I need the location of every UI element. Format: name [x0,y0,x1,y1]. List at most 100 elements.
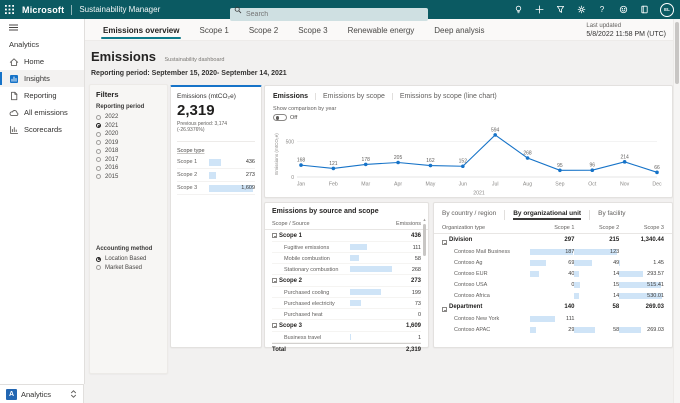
scope-row[interactable]: Scope 1 436 [177,156,255,169]
radio-option-2022[interactable]: 2022 [96,113,161,122]
org-col-header[interactable]: Organization type [442,225,530,231]
radio-option-2017[interactable]: 2017 [96,156,161,165]
radio-option-2015[interactable]: 2015 [96,173,161,182]
app-launcher-icon[interactable] [0,0,18,19]
radio-icon[interactable] [96,149,101,154]
scope-row[interactable]: Scope 2 273 [177,169,255,182]
radio-option-market-based[interactable]: Market Based [96,264,161,273]
settings-icon[interactable] [576,5,586,15]
source-table-scrollbar[interactable]: ▲ [422,217,427,345]
table-row[interactable]: Purchased heat 0 [272,309,421,320]
sidebar-item-insights[interactable]: Insights [0,70,84,87]
radio-icon[interactable] [96,140,101,145]
collapse-icon[interactable] [272,233,277,238]
sidebar-item-reporting[interactable]: Reporting [0,87,84,104]
cell-value: 269.03 [647,327,664,333]
table-row[interactable]: Department 140 58 269.03 [434,301,672,313]
chart-tab-2[interactable]: Emissions by scope (line chart) [392,93,504,100]
filter-icon[interactable] [555,5,565,15]
radio-icon[interactable] [96,115,101,120]
table-row[interactable]: Contoso APAC 29 58 269.03 [434,324,672,335]
svg-text:Nov: Nov [620,182,630,188]
collapse-icon[interactable] [442,240,447,245]
lightbulb-icon[interactable] [513,5,523,15]
radio-option-2016[interactable]: 2016 [96,164,161,173]
emissions-line-chart[interactable]: 0500Emissions (mtCO₂e)168Jan121Feb178Mar… [271,119,667,197]
org-tab-by-organizational-unit[interactable]: By organizational unit [504,210,589,220]
radio-icon[interactable] [96,257,101,262]
collapse-icon[interactable] [442,307,447,312]
table-row[interactable]: Contoso Africa 14 530.01 [434,290,672,301]
table-row[interactable]: Contoso EUR 40 14 293.57 [434,268,672,279]
org-tab-by-facility[interactable]: By facility [589,210,633,220]
svg-text:152: 152 [459,159,468,165]
tab-scope-3[interactable]: Scope 3 [290,26,335,40]
svg-text:Mar: Mar [361,182,370,188]
scrollbar-thumb[interactable] [423,224,426,256]
table-total-row: Total 2,319 [272,343,421,355]
help-icon[interactable]: ? [597,5,607,15]
radio-icon[interactable] [96,132,101,137]
table-row[interactable]: Contoso Ag 69 49 1.45 [434,257,672,268]
tab-emissions-overview[interactable]: Emissions overview [95,26,187,40]
cell-value: 58 [613,304,620,310]
tab-deep-analysis[interactable]: Deep analysis [426,26,492,40]
kpi-card-emissions[interactable]: Emissions (mtCO₂e) 2,319 Previous period… [170,85,262,348]
radio-icon[interactable] [96,174,101,179]
chart-tab-1[interactable]: Emissions by scope [315,93,392,100]
org-col-header[interactable]: Scope 3 [619,225,664,231]
chart-tab-0[interactable]: Emissions [273,93,315,100]
table-row[interactable]: Contoso New York 111 [434,313,672,324]
table-row[interactable]: Contoso USA 0 15 515.41 [434,279,672,290]
table-row[interactable]: Scope 2 273 [272,275,421,287]
hamburger-menu-icon[interactable] [0,19,84,33]
table-row[interactable]: Scope 3 1,609 [272,320,421,332]
scope-row[interactable]: Scope 3 1,609 [177,182,255,195]
radio-option-2018[interactable]: 2018 [96,147,161,156]
radio-icon[interactable] [96,157,101,162]
row-label: Contoso APAC [442,327,530,333]
radio-icon[interactable] [96,123,101,128]
table-row[interactable]: Division 297 215 1,340.44 [434,234,672,246]
tab-scope-1[interactable]: Scope 1 [191,26,236,40]
search-input[interactable] [230,8,428,21]
table-row[interactable]: Fugitive emissions 111 [272,242,421,253]
org-cell: 530.01 [619,291,664,300]
org-cell [619,314,664,323]
tab-scope-2[interactable]: Scope 2 [241,26,286,40]
table-row[interactable]: Contoso Mail Business 187 123 [434,246,672,257]
scope-type-label: Scope type [171,142,261,156]
collapse-icon[interactable] [272,323,277,328]
row-label: Stationary combustion [284,267,338,273]
org-col-header[interactable]: Scope 1 [530,225,575,231]
row-label: Division [442,237,530,243]
radio-option-2019[interactable]: 2019 [96,139,161,148]
radio-icon[interactable] [96,265,101,270]
page-scrollbar[interactable] [673,19,680,403]
feedback-icon[interactable] [618,5,628,15]
tab-renewable-energy[interactable]: Renewable energy [340,26,423,40]
table-row[interactable]: Business travel 1 [272,332,421,343]
radio-option-2021[interactable]: 2021 [96,122,161,131]
org-tab-by-country-region[interactable]: By country / region [442,210,504,220]
table-row[interactable]: Scope 1 436 [272,230,421,242]
table-row[interactable]: Stationary combustion 268 [272,264,421,275]
sidebar-item-all-emissions[interactable]: All emissions [0,104,84,121]
avatar[interactable]: EL [660,3,674,17]
add-icon[interactable] [534,5,544,15]
svg-text:162: 162 [426,158,435,164]
area-switcher[interactable]: A Analytics [0,384,84,403]
guide-icon[interactable] [639,5,649,15]
table-row[interactable]: Mobile combustion 58 [272,253,421,264]
scroll-up-icon[interactable]: ▲ [422,217,427,222]
radio-icon[interactable] [96,166,101,171]
page-scrollbar-thumb[interactable] [675,22,679,84]
table-row[interactable]: Purchased cooling 199 [272,287,421,298]
collapse-icon[interactable] [272,278,277,283]
sidebar-item-home[interactable]: Home [0,53,84,70]
org-col-header[interactable]: Scope 2 [574,225,619,231]
sidebar-item-scorecards[interactable]: Scorecards [0,121,84,138]
radio-option-2020[interactable]: 2020 [96,130,161,139]
radio-option-location-based[interactable]: Location Based [96,255,161,264]
table-row[interactable]: Purchased electricity 73 [272,298,421,309]
